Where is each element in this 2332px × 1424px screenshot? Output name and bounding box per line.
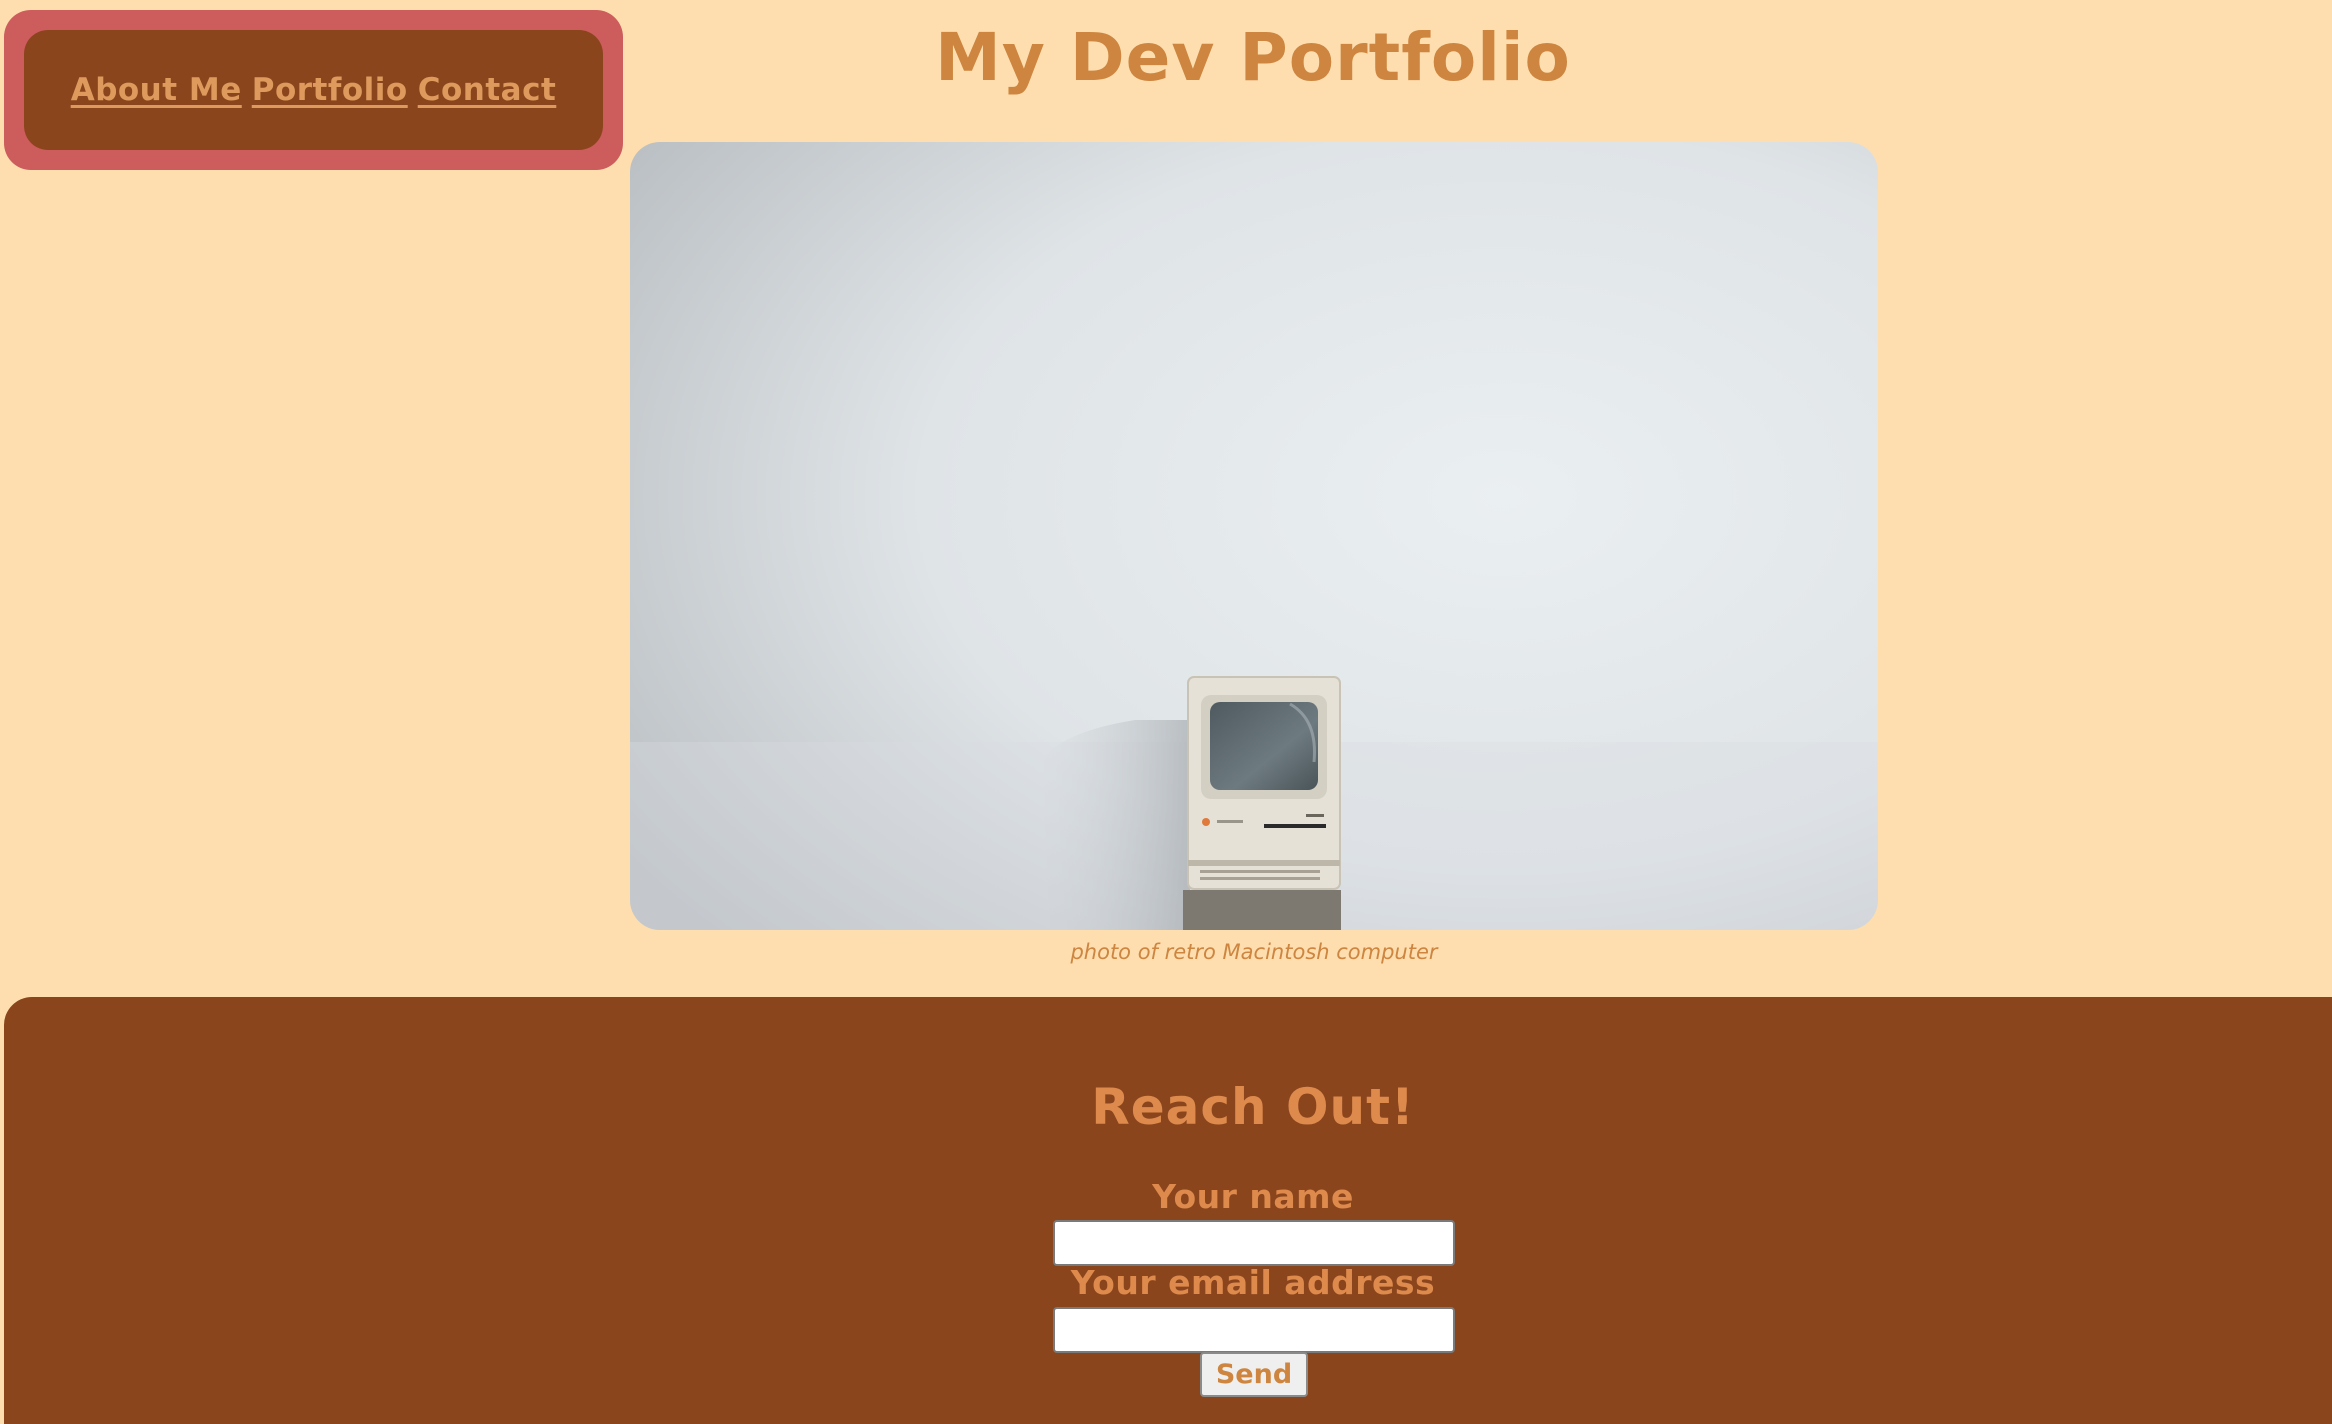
nav-link-contact[interactable]: Contact	[418, 72, 557, 108]
hero-caption: photo of retro Macintosh computer	[1070, 940, 1438, 964]
page-title: My Dev Portfolio	[935, 19, 1571, 96]
send-button[interactable]: Send	[1200, 1352, 1308, 1397]
nav-link-about-me[interactable]: About Me	[71, 72, 242, 108]
name-input[interactable]	[1053, 1220, 1455, 1266]
name-label: Your name	[1152, 1177, 1354, 1216]
email-label: Your email address	[1070, 1263, 1436, 1302]
nav-link-portfolio[interactable]: Portfolio	[252, 72, 408, 108]
contact-heading: Reach Out!	[1091, 1078, 1415, 1136]
page: About Me Portfolio Contact My Dev Portfo…	[0, 0, 2332, 1424]
contact-section: Reach Out! Your name Your email address …	[4, 997, 2332, 1424]
nav-container: About Me Portfolio Contact	[4, 10, 623, 170]
email-input[interactable]	[1053, 1307, 1455, 1353]
retro-macintosh-photo-icon	[630, 142, 1878, 930]
hero-image	[630, 142, 1878, 930]
nav-bar: About Me Portfolio Contact	[24, 30, 603, 150]
